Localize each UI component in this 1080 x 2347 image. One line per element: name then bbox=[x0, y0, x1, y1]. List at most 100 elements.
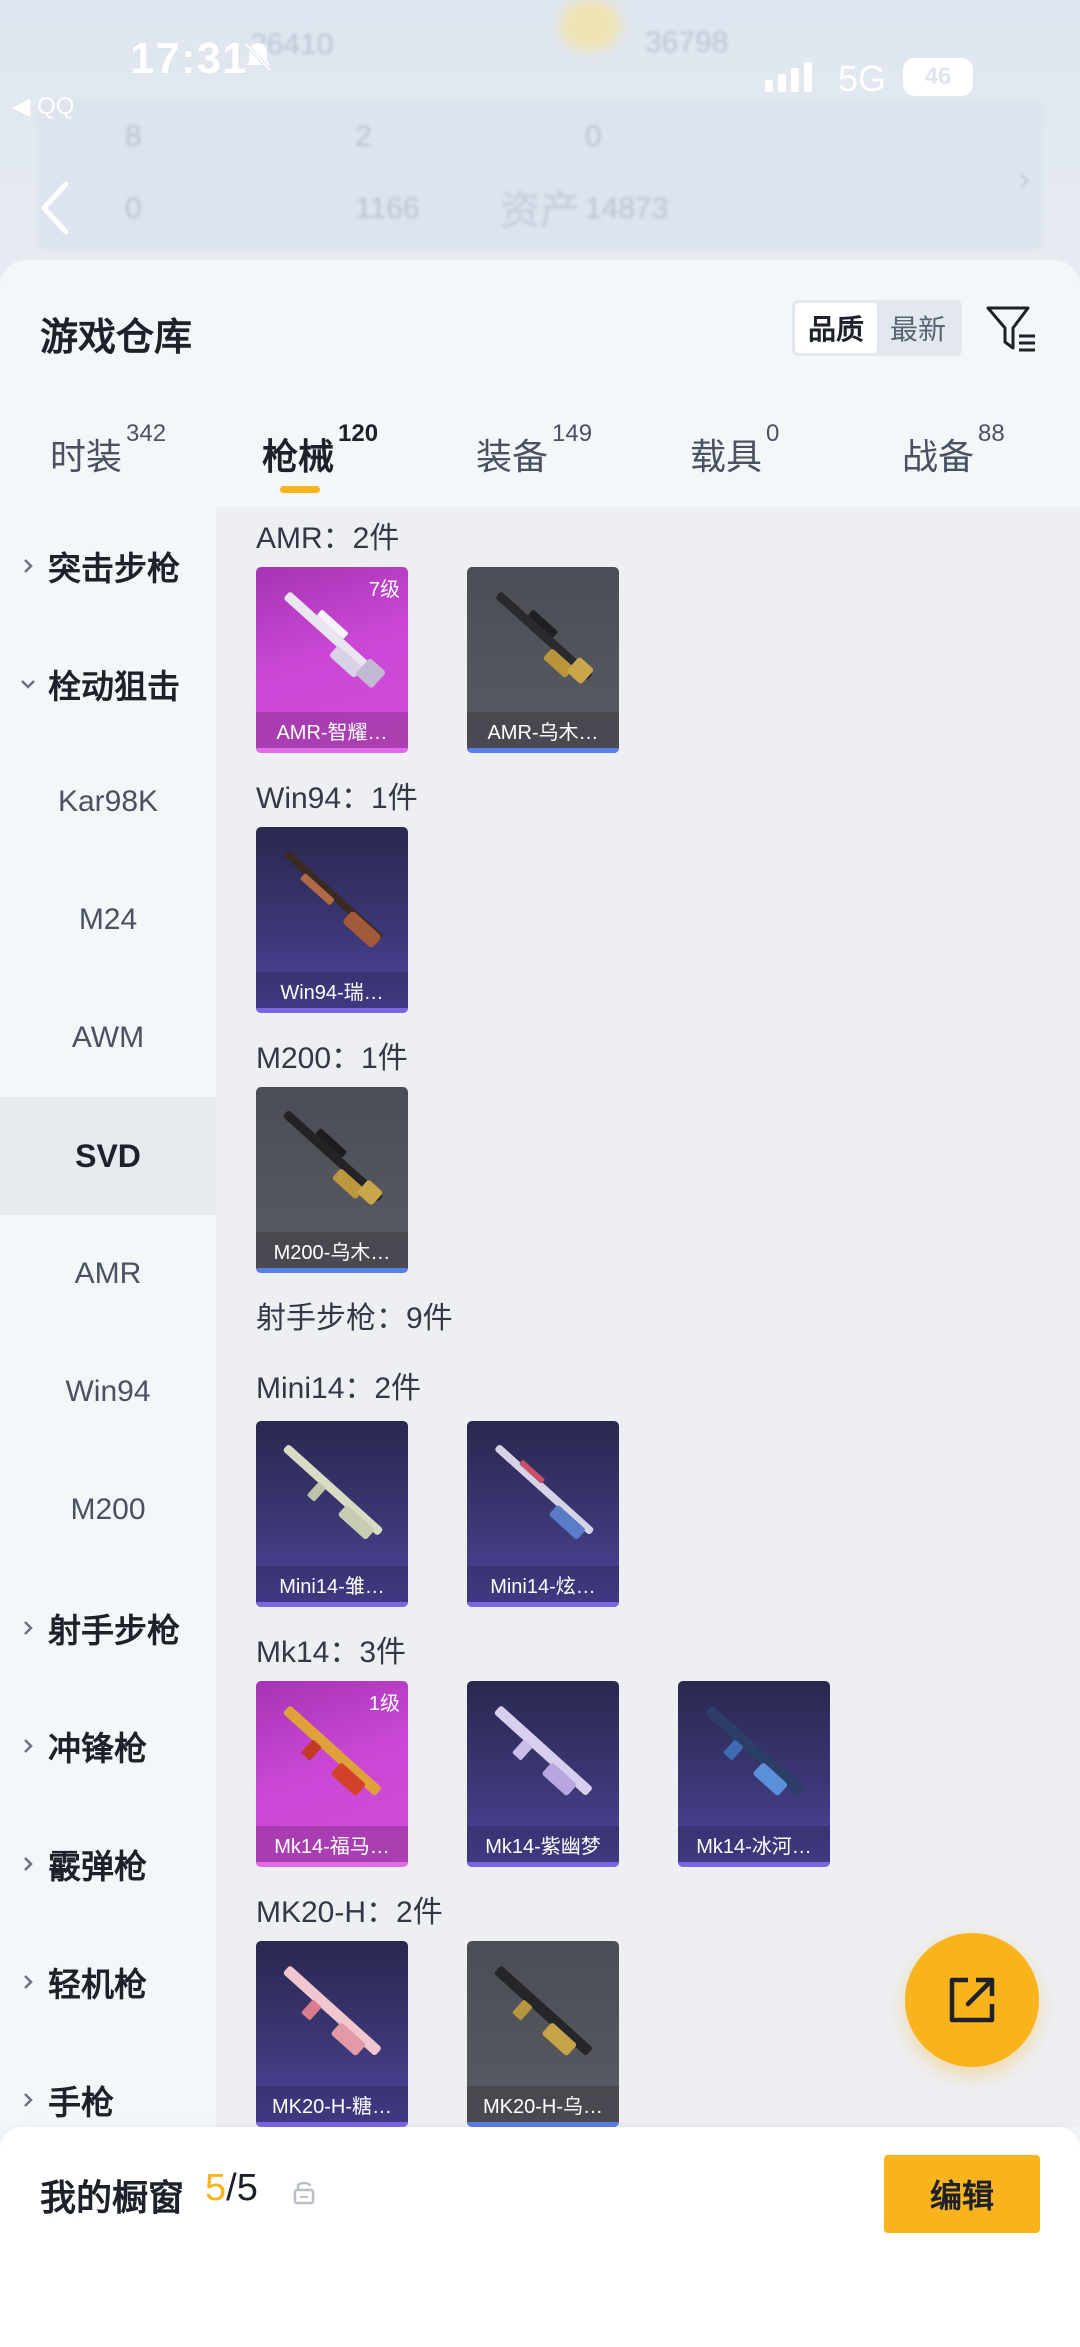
rifle-icon bbox=[494, 1966, 592, 2056]
section-label-mini14: Mini14：2件 bbox=[256, 1372, 422, 1405]
background-number: 0 bbox=[585, 120, 602, 153]
weapon-card[interactable]: MK20-H-糖… bbox=[256, 1941, 408, 2127]
sort-quality-button[interactable]: 品质 bbox=[795, 303, 877, 353]
sidebar-item-m24[interactable]: M24 bbox=[0, 861, 216, 979]
tab-label: 枪械 bbox=[262, 436, 335, 477]
showcase-bar: 我的橱窗 5/5 编辑 bbox=[0, 2127, 1080, 2347]
background-number: 36798 bbox=[645, 26, 729, 59]
weapon-card[interactable]: Mk14-冰河… bbox=[678, 1681, 830, 1867]
tab-count: 88 bbox=[978, 420, 1005, 447]
sidebar-item-kar98k[interactable]: Kar98K bbox=[0, 743, 216, 861]
tab-label: 载具 bbox=[690, 436, 763, 477]
sidebar-item-label: 霰弹枪 bbox=[48, 1848, 147, 1885]
share-button[interactable] bbox=[905, 1933, 1039, 2067]
share-icon bbox=[949, 1977, 995, 2023]
background-glow bbox=[560, 0, 620, 50]
rifle-icon bbox=[283, 1966, 381, 2056]
rarity-bar bbox=[467, 1602, 619, 1607]
weapon-name: MK20-H-乌… bbox=[467, 2086, 619, 2122]
weapon-name: AMR-乌木… bbox=[467, 712, 619, 748]
sidebar-item-win94[interactable]: Win94 bbox=[0, 1333, 216, 1451]
showcase-current: 5 bbox=[205, 2167, 227, 2209]
rarity-bar bbox=[467, 1862, 619, 1867]
sidebar-item-label: 轻机枪 bbox=[48, 1966, 147, 2003]
category-tabs: 时装342 枪械120 装备149 载具0 战备88 bbox=[0, 410, 1080, 500]
weapon-name: M200-乌木… bbox=[256, 1232, 408, 1268]
tab-label: 战备 bbox=[902, 436, 975, 477]
rifle-icon bbox=[496, 592, 594, 684]
weapon-name: AMR-智耀… bbox=[256, 712, 408, 748]
tab-guns[interactable]: 枪械120 bbox=[262, 420, 378, 480]
weapon-name: Mk14-冰河… bbox=[678, 1826, 830, 1862]
section-label-m200: M200：1件 bbox=[256, 1042, 408, 1075]
weapon-card[interactable]: Mk14-紫幽梦 bbox=[467, 1681, 619, 1867]
sidebar-group-shotgun[interactable]: 霰弹枪 bbox=[0, 1805, 216, 1923]
tab-label: 装备 bbox=[476, 436, 549, 477]
rarity-bar bbox=[256, 1862, 408, 1867]
active-tab-indicator bbox=[280, 486, 320, 493]
section-label-mk14: Mk14：3件 bbox=[256, 1636, 407, 1669]
back-arrow-icon[interactable] bbox=[36, 178, 76, 238]
level-badge: 7级 bbox=[368, 579, 400, 601]
weapon-card[interactable]: Mini14-炫… bbox=[467, 1421, 619, 1607]
sidebar-group-bolt-sniper[interactable]: 栓动狙击 bbox=[0, 625, 216, 743]
chevron-right-icon bbox=[24, 1621, 33, 1635]
tab-equipment[interactable]: 装备149 bbox=[476, 420, 592, 480]
weapon-card[interactable]: 1级 Mk14-福马… bbox=[256, 1681, 408, 1867]
weapon-name: Mini14-炫… bbox=[467, 1566, 619, 1602]
rifle-icon bbox=[494, 1706, 592, 1796]
edit-button[interactable]: 编辑 bbox=[884, 2155, 1040, 2233]
section-label-marksman: 射手步枪：9件 bbox=[256, 1302, 453, 1335]
weapon-card[interactable]: MK20-H-乌… bbox=[467, 1941, 619, 2127]
sort-latest-button[interactable]: 最新 bbox=[877, 303, 959, 353]
sidebar-item-label: 冲锋枪 bbox=[48, 1730, 147, 1767]
rarity-bar bbox=[467, 748, 619, 753]
sidebar-item-amr[interactable]: AMR bbox=[0, 1215, 216, 1333]
rifle-icon bbox=[283, 1444, 383, 1539]
section-label-amr: AMR：2件 bbox=[256, 522, 400, 555]
background-title: 资产 bbox=[500, 189, 580, 233]
weapon-card[interactable]: 7级 AMR-智耀… bbox=[256, 567, 408, 753]
tab-supplies[interactable]: 战备88 bbox=[902, 420, 1005, 480]
chevron-right-icon bbox=[24, 2093, 33, 2107]
weapon-card[interactable]: M200-乌木… bbox=[256, 1087, 408, 1273]
sidebar-group-assault-rifle[interactable]: 突击步枪 bbox=[0, 507, 216, 625]
filter-icon[interactable] bbox=[985, 302, 1039, 356]
chevron-right-icon bbox=[24, 1857, 33, 1871]
bell-muted-icon bbox=[244, 42, 272, 72]
tab-count: 342 bbox=[126, 420, 167, 447]
background-number: 0 bbox=[125, 192, 142, 225]
rarity-bar bbox=[678, 1862, 830, 1867]
sidebar-item-awm[interactable]: AWM bbox=[0, 979, 216, 1097]
signal-icon bbox=[765, 62, 812, 92]
sidebar-group-smg[interactable]: 冲锋枪 bbox=[0, 1687, 216, 1805]
section-label-win94: Win94：1件 bbox=[256, 782, 418, 815]
weapon-card[interactable]: AMR-乌木… bbox=[467, 567, 619, 753]
sidebar-item-m200[interactable]: M200 bbox=[0, 1451, 216, 1569]
weapon-card[interactable]: Mini14-雏… bbox=[256, 1421, 408, 1607]
chevron-down-icon bbox=[21, 680, 35, 689]
rarity-bar bbox=[256, 1268, 408, 1273]
page-title: 游戏仓库 bbox=[40, 317, 193, 359]
rarity-bar bbox=[256, 1602, 408, 1607]
showcase-count: 5/5 bbox=[205, 2167, 258, 2210]
weapon-grid: AMR：2件 7级 AMR-智耀… AMR-乌木… Win94：1件 Win94… bbox=[216, 507, 1080, 2127]
sidebar-group-marksman-rifle[interactable]: 射手步枪 bbox=[0, 1569, 216, 1687]
background-header: 26410 36798 8 2 0 0 1166 资产 14873 › 17:3… bbox=[0, 0, 1080, 270]
sidebar-item-label: 突击步枪 bbox=[48, 550, 180, 587]
rarity-bar bbox=[256, 748, 408, 753]
chevron-right-icon bbox=[24, 559, 33, 573]
tab-vehicles[interactable]: 载具0 bbox=[690, 420, 779, 480]
weapon-name: Mk14-紫幽梦 bbox=[467, 1826, 619, 1862]
back-app-label: QQ bbox=[37, 93, 75, 120]
rifle-icon bbox=[495, 1444, 594, 1539]
tab-fashion[interactable]: 时装342 bbox=[50, 420, 166, 480]
sidebar-item-label: 栓动狙击 bbox=[48, 668, 180, 705]
sidebar-group-lmg[interactable]: 轻机枪 bbox=[0, 1923, 216, 2041]
weapon-card[interactable]: Win94-瑞… bbox=[256, 827, 408, 1013]
background-number: 14873 bbox=[585, 192, 669, 225]
level-badge: 1级 bbox=[368, 1693, 400, 1715]
back-to-app-link[interactable]: ◀ QQ bbox=[12, 92, 74, 121]
section-label-mk20h: MK20-H：2件 bbox=[256, 1896, 443, 1929]
sidebar-item-svd[interactable]: SVD bbox=[0, 1097, 216, 1215]
